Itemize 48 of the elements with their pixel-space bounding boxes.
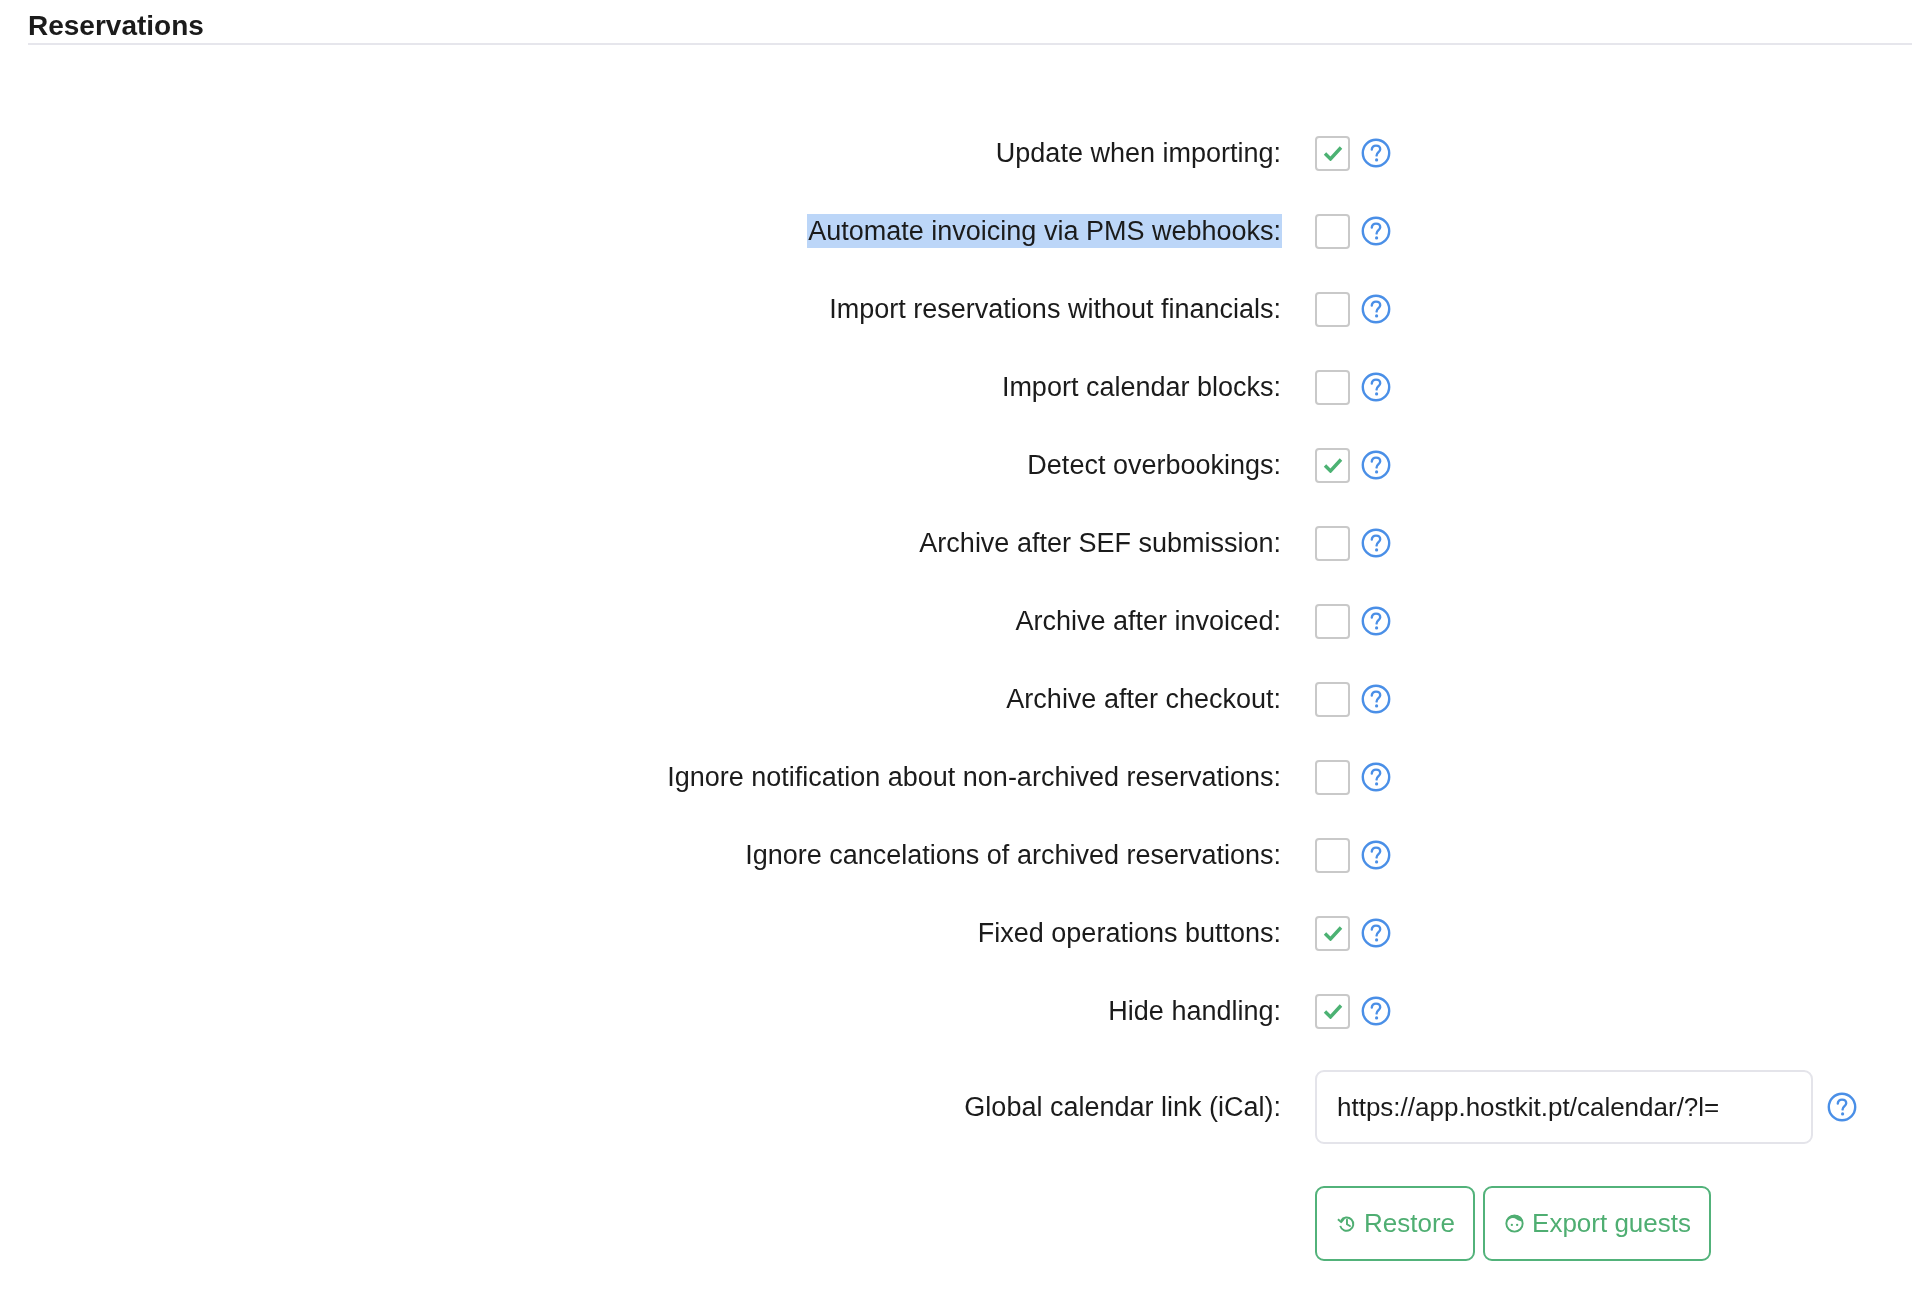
checkbox[interactable] (1315, 213, 1350, 249)
help-icon[interactable] (1361, 762, 1391, 792)
help-icon[interactable] (1361, 450, 1391, 480)
help-icon[interactable] (1361, 684, 1391, 714)
help-icon[interactable] (1361, 996, 1391, 1026)
history-icon (1337, 1214, 1356, 1233)
setting-label: Hide handling: (1107, 995, 1282, 1028)
setting-label: Archive after SEF submission: (918, 527, 1282, 560)
setting-label: Ignore notification about non-archived reservations: (666, 761, 1282, 794)
setting-label: Import reservations without financials: (828, 293, 1282, 326)
help-icon[interactable] (1361, 606, 1391, 636)
checkbox[interactable] (1315, 915, 1350, 951)
setting-label: Detect overbookings: (1026, 449, 1282, 482)
setting-label: Import calendar blocks: (1000, 371, 1282, 404)
setting-label: Archive after invoiced: (1014, 605, 1282, 638)
field-label: Global calendar link (iCal): (963, 1091, 1282, 1124)
help-icon[interactable] (1361, 528, 1391, 558)
check-icon (1322, 925, 1343, 941)
help-icon[interactable] (1361, 294, 1391, 324)
setting-label: Archive after checkout: (1005, 683, 1282, 716)
checkbox[interactable] (1315, 447, 1350, 483)
checkbox[interactable] (1315, 369, 1350, 405)
check-icon (1322, 457, 1343, 473)
help-icon[interactable] (1827, 1092, 1857, 1122)
calendar-link-field[interactable]: https://app.hostkit.pt/calendar/?l= (1315, 1070, 1813, 1144)
export-button[interactable]: Export guests (1483, 1186, 1712, 1261)
check-icon (1322, 1003, 1343, 1019)
setting-label: Automate invoicing via PMS webhooks: (807, 214, 1282, 248)
help-icon[interactable] (1361, 216, 1391, 246)
help-icon[interactable] (1361, 840, 1391, 870)
check-icon (1322, 145, 1343, 161)
help-icon[interactable] (1361, 138, 1391, 168)
section-title: Reservations (28, 9, 204, 43)
help-icon[interactable] (1361, 372, 1391, 402)
setting-label: Update when importing: (994, 137, 1282, 170)
checkbox[interactable] (1315, 603, 1350, 639)
checkbox[interactable] (1315, 759, 1350, 795)
restore-button[interactable]: Restore (1315, 1186, 1476, 1261)
checkbox[interactable] (1315, 681, 1350, 717)
checkbox[interactable] (1315, 135, 1350, 171)
setting-label: Ignore cancelations of archived reservations: (744, 839, 1282, 872)
checkbox[interactable] (1315, 837, 1350, 873)
checkbox[interactable] (1315, 993, 1350, 1029)
face-icon (1505, 1214, 1525, 1233)
setting-label: Fixed operations buttons: (976, 917, 1282, 950)
checkbox[interactable] (1315, 291, 1350, 327)
help-icon[interactable] (1361, 918, 1391, 948)
checkbox[interactable] (1315, 525, 1350, 561)
